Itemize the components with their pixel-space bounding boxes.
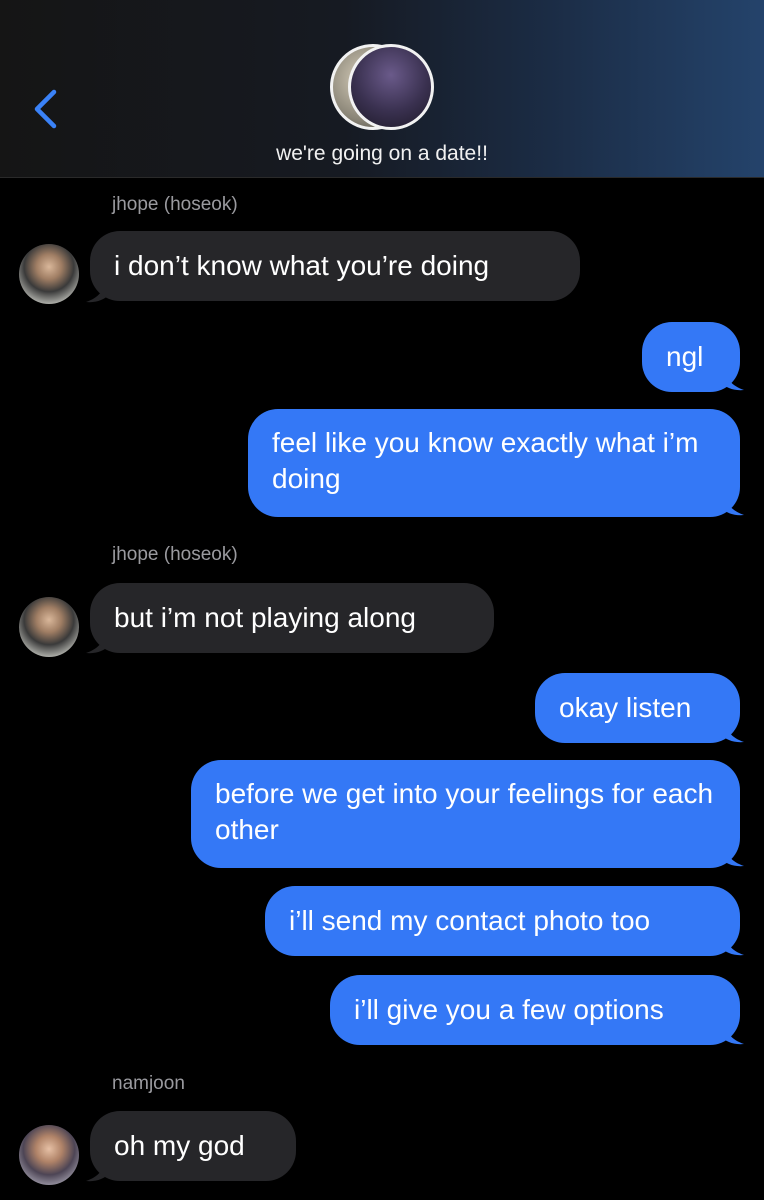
group-member-avatar (348, 44, 434, 130)
message-bubble-outgoing[interactable]: i’ll send my contact photo too (265, 886, 740, 956)
group-avatar[interactable] (330, 44, 434, 130)
message-bubble-incoming[interactable]: oh my god (90, 1111, 296, 1181)
message-bubble-outgoing[interactable]: feel like you know exactly what i’m doin… (248, 409, 740, 517)
message-bubble-outgoing[interactable]: i’ll give you a few options (330, 975, 740, 1045)
avatar[interactable] (19, 597, 79, 657)
message-bubble-outgoing[interactable]: before we get into your feelings for eac… (191, 760, 740, 868)
sender-name: jhope (hoseok) (112, 544, 238, 565)
message-bubble-incoming[interactable]: but i’m not playing along (90, 583, 494, 653)
chevron-left-icon (34, 89, 57, 129)
sender-name: jhope (hoseok) (112, 194, 238, 215)
message-bubble-incoming[interactable]: i don’t know what you’re doing (90, 231, 580, 301)
avatar[interactable] (19, 1125, 79, 1185)
sender-name: namjoon (112, 1073, 185, 1094)
group-name[interactable]: we're going on a date!! (0, 142, 764, 166)
chat-header: we're going on a date!! (0, 0, 764, 178)
back-button[interactable] (26, 84, 66, 134)
avatar[interactable] (19, 244, 79, 304)
message-bubble-outgoing[interactable]: okay listen (535, 673, 740, 743)
message-bubble-outgoing[interactable]: ngl (642, 322, 740, 392)
